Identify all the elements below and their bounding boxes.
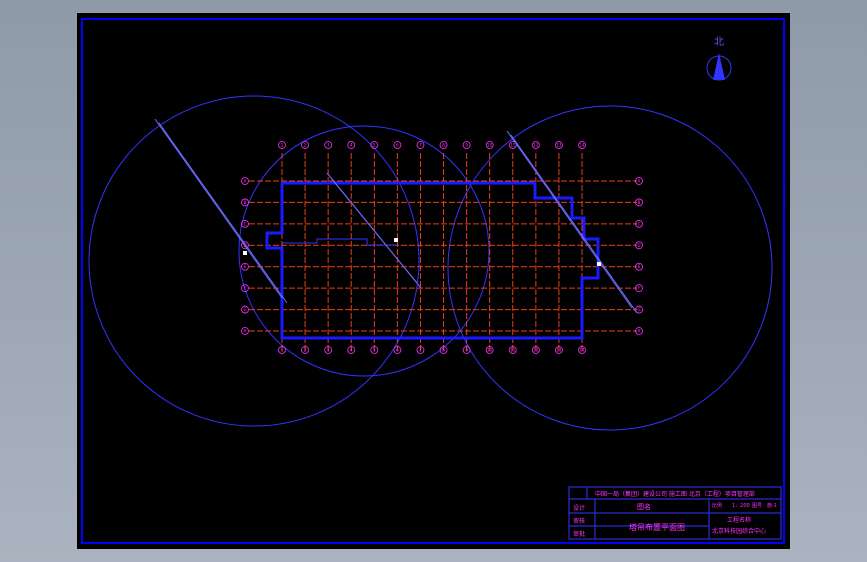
- site-plan-drawing: 11223344556677889910101111121213131414 A…: [81, 18, 785, 544]
- crane-marker-middle: [394, 238, 398, 242]
- row-axis-label: H: [637, 329, 640, 334]
- crane-marker-right: [597, 262, 601, 266]
- row-axis-label: H: [243, 329, 246, 334]
- column-axis-label: 3: [327, 348, 330, 353]
- approve-label: 审批: [573, 530, 585, 538]
- column-axis-label: 2: [304, 348, 307, 353]
- project-name: 中国一局（集团）建设公司 施工图 北京（工程）项目管理部: [595, 490, 755, 498]
- drawing-title: 塔吊布置平面图: [629, 522, 685, 532]
- review-label: 审核: [573, 517, 585, 525]
- column-axis-label: 3: [327, 143, 330, 148]
- column-axis-label: 14: [579, 348, 585, 353]
- sheet-value: 施-1: [767, 502, 777, 509]
- column-axis-label: 6: [396, 143, 399, 148]
- company-label: 工程名称: [727, 516, 751, 524]
- design-label: 设计: [573, 504, 585, 512]
- north-label: 北: [714, 36, 724, 48]
- column-axis-label: 8: [442, 348, 445, 353]
- column-axis-label: 11: [510, 143, 516, 148]
- title-block: 中国一局（集团）建设公司 施工图 北京（工程）项目管理部 图名 设计 审核 审批…: [568, 486, 782, 540]
- column-axis-label: 4: [350, 348, 353, 353]
- row-axis-label: E: [638, 264, 641, 269]
- column-axis-label: 6: [396, 348, 399, 353]
- building-inner-line: [282, 238, 397, 246]
- row-axis-label: A: [638, 179, 641, 184]
- row-axis-label: F: [638, 286, 641, 291]
- column-axis-label: 2: [304, 143, 307, 148]
- column-axis-label: 5: [373, 143, 376, 148]
- crane-marker-left: [243, 251, 247, 255]
- column-axis-label: 4: [350, 143, 353, 148]
- column-axis-label: 9: [465, 348, 468, 353]
- scale-label: 比例: [712, 502, 722, 509]
- row-axis-label: B: [244, 200, 247, 205]
- column-axis-label: 12: [533, 348, 539, 353]
- column-axis-label: 13: [556, 348, 562, 353]
- building-outline: [265, 181, 600, 340]
- row-axis-label: G: [243, 307, 246, 312]
- outer-frame: [81, 18, 785, 544]
- column-axis-label: 8: [442, 143, 445, 148]
- column-axis-label: 10: [487, 143, 493, 148]
- column-axis-label: 5: [373, 348, 376, 353]
- row-axis-label: C: [638, 221, 641, 226]
- drawing-type-label: 图名: [637, 502, 651, 511]
- company-value: 北京科技园综合中心: [712, 527, 766, 535]
- column-axis-labels: 11223344556677889910101111121213131414: [278, 141, 586, 354]
- column-axis-label: 11: [510, 348, 516, 353]
- column-axis-label: 13: [556, 143, 562, 148]
- row-axis-label: D: [637, 243, 640, 248]
- row-axis-label: A: [244, 179, 247, 184]
- crane-radius-circle-right: [447, 105, 773, 431]
- row-axis-label: G: [637, 307, 640, 312]
- row-axis-label: F: [244, 286, 247, 291]
- north-arrow: 北: [706, 36, 732, 81]
- scale-value: 1：200: [732, 503, 750, 509]
- column-axis-label: 7: [419, 143, 422, 148]
- crane-radius-circle-left: [88, 95, 420, 427]
- column-axis-label: 10: [487, 348, 493, 353]
- column-axis-label: 1: [281, 143, 284, 148]
- row-axis-label: C: [244, 221, 247, 226]
- sheet-label: 图号: [752, 503, 762, 509]
- row-axis-label: E: [244, 264, 247, 269]
- column-axis-label: 1: [281, 348, 284, 353]
- column-axis-label: 7: [419, 348, 422, 353]
- row-axis-label: B: [638, 200, 641, 205]
- column-axis-label: 12: [533, 143, 539, 148]
- column-axis-label: 14: [579, 143, 585, 148]
- column-axis-label: 9: [465, 143, 468, 148]
- drawing-sheet: 1 1 2 2 3 3 4 4 5 5 6 6 7 7 8 8 9 9 10 10 11 11 12 12 13 13 14 14 A…: [77, 13, 790, 549]
